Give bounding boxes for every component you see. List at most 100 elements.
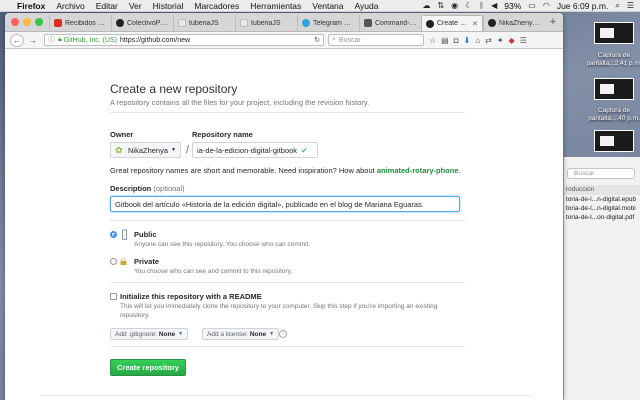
info-icon[interactable]: ⓘ [48,35,55,45]
forward-button[interactable]: → [26,34,40,47]
repository-name-value: ia-de-la-edicion-digital-gitbook [197,145,298,155]
hint-period: . [458,166,461,175]
new-tab-button[interactable]: + [545,15,561,31]
finder-file-pdf[interactable]: toria-de-l...on-digital.pdf [564,213,640,222]
menubar-clock[interactable]: Jue 6:09 p.m. [557,1,609,11]
address-bar[interactable]: ⓘ 🔒︎ GitHub, Inc. (US) https://github.co… [44,34,324,46]
back-button[interactable]: ← [10,33,24,47]
battery-icon[interactable]: ▭ [528,1,536,10]
info-icon[interactable]: i [279,330,287,338]
page-title: Create a new repository [110,82,238,96]
screenshot-thumbnail-1[interactable] [594,22,634,44]
menu-ventana[interactable]: Ventana [312,1,343,11]
status-sound-icon[interactable]: ◀ [491,1,497,10]
readme-label[interactable]: Initialize this repository with a README [120,292,262,301]
reload-icon[interactable]: ↻ [314,36,320,44]
screenshot-thumbnail-2[interactable] [594,78,634,100]
url-text[interactable]: https://github.com/new [120,37,190,44]
status-arrows-icon[interactable]: ⇅ [437,1,444,10]
status-moon-icon[interactable]: ☾ [465,1,472,10]
tab-nikazhenya[interactable]: NikaZhenya/h... [483,15,545,31]
site-identity[interactable]: GitHub, Inc. (US) [64,37,117,44]
tab-tuberiajs-1[interactable]: tuberiaJS [173,15,235,31]
page-icon [240,19,248,27]
tab-gmail[interactable]: Recibidos (2) ... [49,15,111,31]
tab-command-line[interactable]: Command-lin... [359,15,421,31]
gitignore-select[interactable]: Add .gitignore: None ▼ [110,328,189,340]
menu-marcadores[interactable]: Marcadores [194,1,239,11]
battery-percent[interactable]: 93% [504,1,521,11]
addon-badge-icon[interactable]: ◆ [509,36,515,45]
download-icon[interactable]: ⬇ [464,36,471,45]
hint-text: Great repository names are short and mem… [110,166,375,175]
github-icon [426,19,434,28]
finder-search-field[interactable]: Buscar [567,168,635,179]
pocket-icon[interactable]: ◘ [454,36,459,45]
tab-label: Recibidos (2) ... [65,19,107,27]
menu-ayuda[interactable]: Ayuda [355,1,379,11]
minimize-window-icon[interactable] [23,18,31,26]
finder-column-header[interactable]: roducción [564,185,640,195]
chevron-down-icon: ▼ [178,331,184,337]
menu-firefox[interactable]: Firefox [17,1,45,11]
tab-telegram[interactable]: Telegram Web [297,15,359,31]
tab-tuberiajs-2[interactable]: tuberiaJS [235,15,297,31]
screenshot-thumbnail-3[interactable] [594,130,634,152]
description-value: Gitbook del artículo «Historia de la edi… [115,199,424,209]
public-label[interactable]: Public [134,230,157,239]
close-tab-icon[interactable]: ✕ [472,20,478,28]
github-icon [116,19,124,27]
public-radio[interactable] [110,231,117,238]
back-arrow-icon: ← [13,35,21,45]
menu-archivo[interactable]: Archivo [56,1,84,11]
tab-label: tuberiaJS [189,19,219,27]
menu-ver[interactable]: Ver [129,1,142,11]
tab-create-repository[interactable]: Create a ... ✕ [421,15,483,31]
lock-icon: 🔒︎ [58,36,62,43]
bookmark-star-icon[interactable]: ☆ [429,36,436,45]
wifi-icon[interactable]: ◠ [543,1,550,10]
finder-file-epub[interactable]: toria-de-l...n-digital.epub [564,195,640,204]
finder-window: Buscar roducción toria-de-l...n-digital.… [563,157,640,400]
readme-checkbox[interactable] [110,293,117,300]
name-suggestion-link[interactable]: animated-rotary-phone [377,166,459,175]
spotlight-icon[interactable]: ⌕ [615,1,619,11]
tab-label: NikaZhenya/h... [499,19,541,27]
sync-icon[interactable]: ⇄ [485,36,492,45]
private-radio[interactable] [110,258,117,265]
finder-file-mobi[interactable]: toria-de-l...n-digital.mobi [564,204,640,213]
close-window-icon[interactable] [11,18,19,26]
notification-list-icon[interactable]: ☰ [627,1,634,10]
home-icon[interactable]: ⌂ [475,36,480,45]
doc-icon [364,19,372,27]
readme-description-1: This will let you immediately clone the … [120,303,438,310]
status-bluetooth-icon[interactable]: ᛒ [479,1,484,10]
menu-herramientas[interactable]: Herramientas [250,1,301,11]
reading-list-icon[interactable]: ▤ [441,36,449,45]
check-icon: ✓ [301,145,308,155]
forward-arrow-icon: → [29,35,37,45]
menu-editar[interactable]: Editar [96,1,118,11]
create-repository-button[interactable]: Create repository [110,359,187,376]
extension-icon[interactable]: ✦ [497,36,504,45]
status-eye-icon[interactable]: ◉ [451,1,458,10]
repository-name-input[interactable]: ia-de-la-edicion-digital-gitbook ✓ [192,142,318,158]
tab-label: Telegram Web [313,19,355,27]
description-input[interactable]: Gitbook del artículo «Historia de la edi… [110,196,460,212]
private-description: You choose who can see and commit to thi… [134,268,293,275]
private-label[interactable]: Private [134,257,159,266]
caption-line: pantalla...2.41 p.m. [586,60,640,67]
menu-historial[interactable]: Historial [153,1,184,11]
license-select[interactable]: Add a license: None ▼ [202,328,280,340]
tab-label: tuberiaJS [251,19,281,27]
tab-label: Create a ... [437,20,471,27]
description-label: Description (optional) [110,184,185,193]
owner-avatar: ✿ [115,145,123,155]
owner-select[interactable]: ✿ NikaZhenya ▼ [110,142,181,158]
zoom-window-icon[interactable] [35,18,43,26]
status-cloud-icon[interactable]: ☁ [422,1,430,10]
tab-colectivo[interactable]: ColectivoPerr... [111,15,173,31]
menu-hamburger-icon[interactable]: ☰ [520,36,527,45]
search-input[interactable]: ⌕ Buscar [328,34,424,46]
telegram-icon [302,19,310,27]
